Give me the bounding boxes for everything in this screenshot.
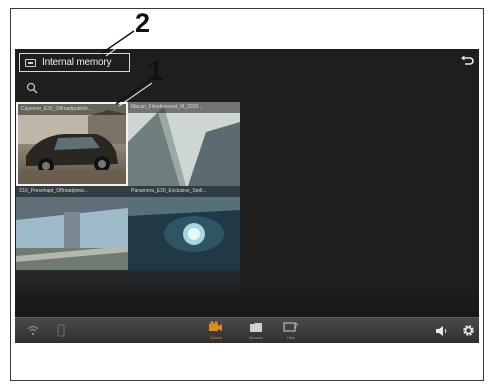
callout-number-1: 1 — [148, 56, 164, 86]
callout-leader-lines — [101, 30, 153, 107]
callout-number-2: 2 — [135, 8, 151, 38]
